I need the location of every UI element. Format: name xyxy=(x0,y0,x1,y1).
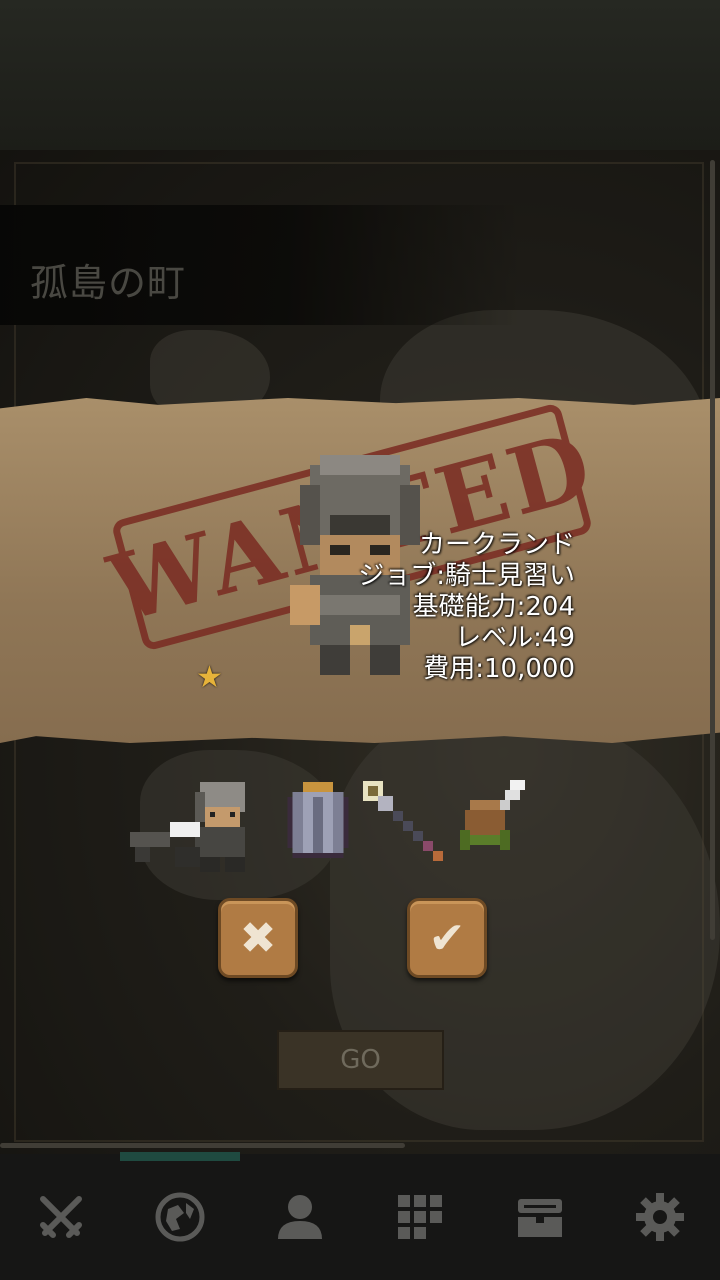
top-status-area xyxy=(0,0,720,150)
go-button[interactable]: GO xyxy=(277,1030,444,1090)
horizontal-scrollbar[interactable] xyxy=(0,1143,405,1148)
star-icon: ★ xyxy=(196,660,223,695)
treasure-chest-icon xyxy=(518,1199,562,1237)
active-tab-indicator xyxy=(120,1152,240,1161)
cancel-button[interactable]: ✖ xyxy=(218,898,298,978)
chest-tab[interactable] xyxy=(503,1180,577,1254)
crossed-swords-icon xyxy=(40,1196,82,1238)
battle-tab[interactable] xyxy=(24,1180,98,1254)
recruit-name: カークランド xyxy=(418,530,575,560)
knight-sprite xyxy=(130,782,245,872)
globe-icon xyxy=(155,1192,205,1242)
recruit-info: カークランド ジョブ:騎士見習い 基礎能力:204 レベル:49 費用:10,0… xyxy=(358,530,575,685)
grid-icon xyxy=(398,1195,442,1239)
checkmark-icon: ✔ xyxy=(428,912,466,964)
recruit-job: ジョブ:騎士見習い xyxy=(358,561,575,591)
gear-icon xyxy=(636,1193,684,1241)
helmet-feather-icon xyxy=(460,780,525,850)
character-tab[interactable] xyxy=(263,1180,337,1254)
armor-icon xyxy=(287,782,349,858)
vertical-scrollbar[interactable] xyxy=(710,160,715,940)
recruit-level: レベル:49 xyxy=(455,623,575,653)
staff-icon xyxy=(363,781,443,861)
close-icon: ✖ xyxy=(239,912,277,964)
bottom-tab-bar xyxy=(0,1154,720,1280)
person-icon xyxy=(278,1195,322,1239)
go-button-label: GO xyxy=(340,1045,381,1075)
items-tab[interactable] xyxy=(383,1180,457,1254)
recruit-base-power: 基礎能力:204 xyxy=(412,592,575,622)
recruit-cost: 費用:10,000 xyxy=(423,654,575,684)
world-tab[interactable] xyxy=(143,1180,217,1254)
confirm-button[interactable]: ✔ xyxy=(407,898,487,978)
settings-tab[interactable] xyxy=(623,1180,697,1254)
